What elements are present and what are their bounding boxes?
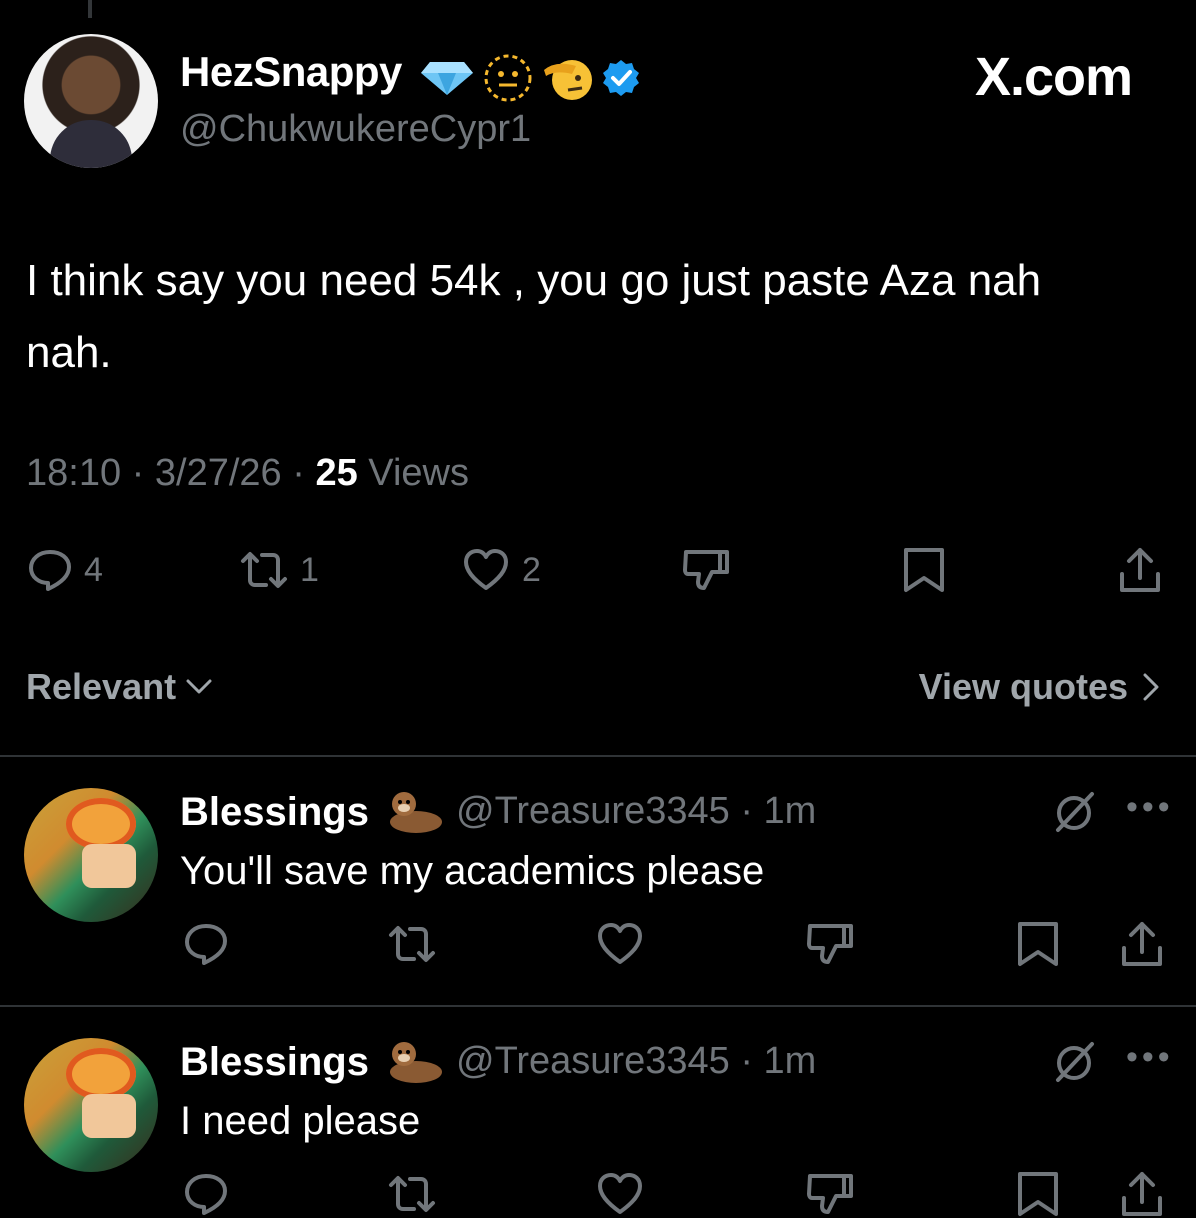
reply-count: 4 xyxy=(84,550,103,589)
x-brand-logo: X.com xyxy=(974,47,1133,107)
bookmark-button[interactable] xyxy=(900,546,948,594)
share-icon xyxy=(1122,922,1162,966)
repost-count: 1 xyxy=(300,550,319,589)
dislike-button[interactable] xyxy=(682,546,730,594)
thumbs-down-icon xyxy=(807,1174,853,1214)
dislike-button[interactable] xyxy=(806,1170,854,1218)
saluting-face-emoji-icon xyxy=(544,60,592,100)
bookmark-icon xyxy=(1018,922,1058,966)
repost-button[interactable]: 1 xyxy=(240,546,319,594)
thread-line xyxy=(88,0,92,18)
tweet-date[interactable]: 3/27/26 xyxy=(155,452,282,494)
reply-icon xyxy=(185,924,227,965)
like-button[interactable]: 2 xyxy=(462,546,541,594)
dislike-button[interactable] xyxy=(806,920,854,968)
thumbs-down-icon xyxy=(683,550,729,590)
views-count: 25 xyxy=(315,452,358,494)
repost-icon xyxy=(241,552,287,588)
reply-text: You'll save my academics please xyxy=(180,849,765,893)
author-badges xyxy=(420,52,640,104)
repost-button[interactable] xyxy=(388,920,436,968)
thumbs-down-icon xyxy=(807,924,853,964)
share-icon xyxy=(1120,548,1160,592)
more-options-icon[interactable]: ••• xyxy=(1126,788,1174,827)
reply-text: I need please xyxy=(180,1099,421,1143)
otter-emoji-icon xyxy=(390,1042,442,1083)
heart-icon xyxy=(598,1173,642,1214)
share-icon xyxy=(1122,1172,1162,1216)
reply-button[interactable] xyxy=(182,920,230,968)
like-button[interactable] xyxy=(596,920,644,968)
meta-separator: · xyxy=(729,790,764,832)
bookmark-button[interactable] xyxy=(1014,1170,1062,1218)
view-quotes-link[interactable]: View quotes xyxy=(919,666,1160,708)
divider xyxy=(0,755,1196,757)
view-quotes-label: View quotes xyxy=(918,666,1128,707)
gem-emoji-icon xyxy=(421,62,473,95)
verified-badge-icon xyxy=(603,60,639,96)
reply-icon xyxy=(185,1174,227,1215)
repost-icon xyxy=(389,926,435,962)
views-label: Views xyxy=(368,452,469,494)
tweet-time[interactable]: 18:10 xyxy=(26,452,121,494)
sort-label: Relevant xyxy=(26,666,177,707)
like-button[interactable] xyxy=(596,1170,644,1218)
reply-handle[interactable]: @Treasure3345 xyxy=(456,1040,730,1082)
reply-author-name-text: Blessings xyxy=(180,1040,369,1084)
reply-button[interactable] xyxy=(182,1170,230,1218)
heart-icon xyxy=(598,923,642,964)
reply-button[interactable]: 4 xyxy=(26,546,103,594)
repost-button[interactable] xyxy=(388,1170,436,1218)
heart-icon xyxy=(464,549,508,590)
tweet-meta: 18:10 · 3/27/26 · 25 Views xyxy=(26,452,469,495)
otter-emoji-icon xyxy=(390,792,442,833)
repost-icon xyxy=(389,1176,435,1212)
grok-icon[interactable] xyxy=(1050,1038,1098,1086)
reply-time[interactable]: 1m xyxy=(764,790,817,832)
meta-separator: · xyxy=(729,1040,764,1082)
tweet-text: I think say you need 54k , you go just p… xyxy=(26,256,1042,377)
bookmark-icon xyxy=(1018,1172,1058,1216)
author-display-name[interactable]: HezSnappy xyxy=(180,48,402,96)
grok-icon[interactable] xyxy=(1050,788,1098,836)
meta-separator: · xyxy=(292,452,316,494)
reply-meta: @Treasure3345 · 1m xyxy=(456,790,816,833)
reply-author-name[interactable]: Blessings xyxy=(180,1040,369,1085)
share-button[interactable] xyxy=(1116,546,1164,594)
bookmark-button[interactable] xyxy=(1014,920,1062,968)
share-button[interactable] xyxy=(1118,1170,1166,1218)
author-avatar[interactable] xyxy=(24,34,158,168)
share-button[interactable] xyxy=(1118,920,1166,968)
reply-avatar[interactable] xyxy=(24,788,158,922)
reply-icon xyxy=(29,550,71,591)
reply-author-name[interactable]: Blessings xyxy=(180,790,369,835)
more-options-icon[interactable]: ••• xyxy=(1126,1038,1174,1077)
reply-meta: @Treasure3345 · 1m xyxy=(456,1040,816,1083)
chevron-down-icon xyxy=(186,679,212,694)
reply-author-name-text: Blessings xyxy=(180,790,369,834)
reply-handle[interactable]: @Treasure3345 xyxy=(456,790,730,832)
author-handle[interactable]: @ChukwukereCypr1 xyxy=(180,108,531,151)
meta-separator: · xyxy=(131,452,155,494)
chevron-right-icon xyxy=(1143,673,1159,701)
reply-avatar[interactable] xyxy=(24,1038,158,1172)
sort-dropdown[interactable]: Relevant xyxy=(26,666,212,708)
divider xyxy=(0,1005,1196,1007)
dotted-line-face-emoji-icon xyxy=(484,54,532,102)
like-count: 2 xyxy=(522,550,541,589)
reply-time[interactable]: 1m xyxy=(764,1040,817,1082)
bookmark-icon xyxy=(904,548,944,592)
